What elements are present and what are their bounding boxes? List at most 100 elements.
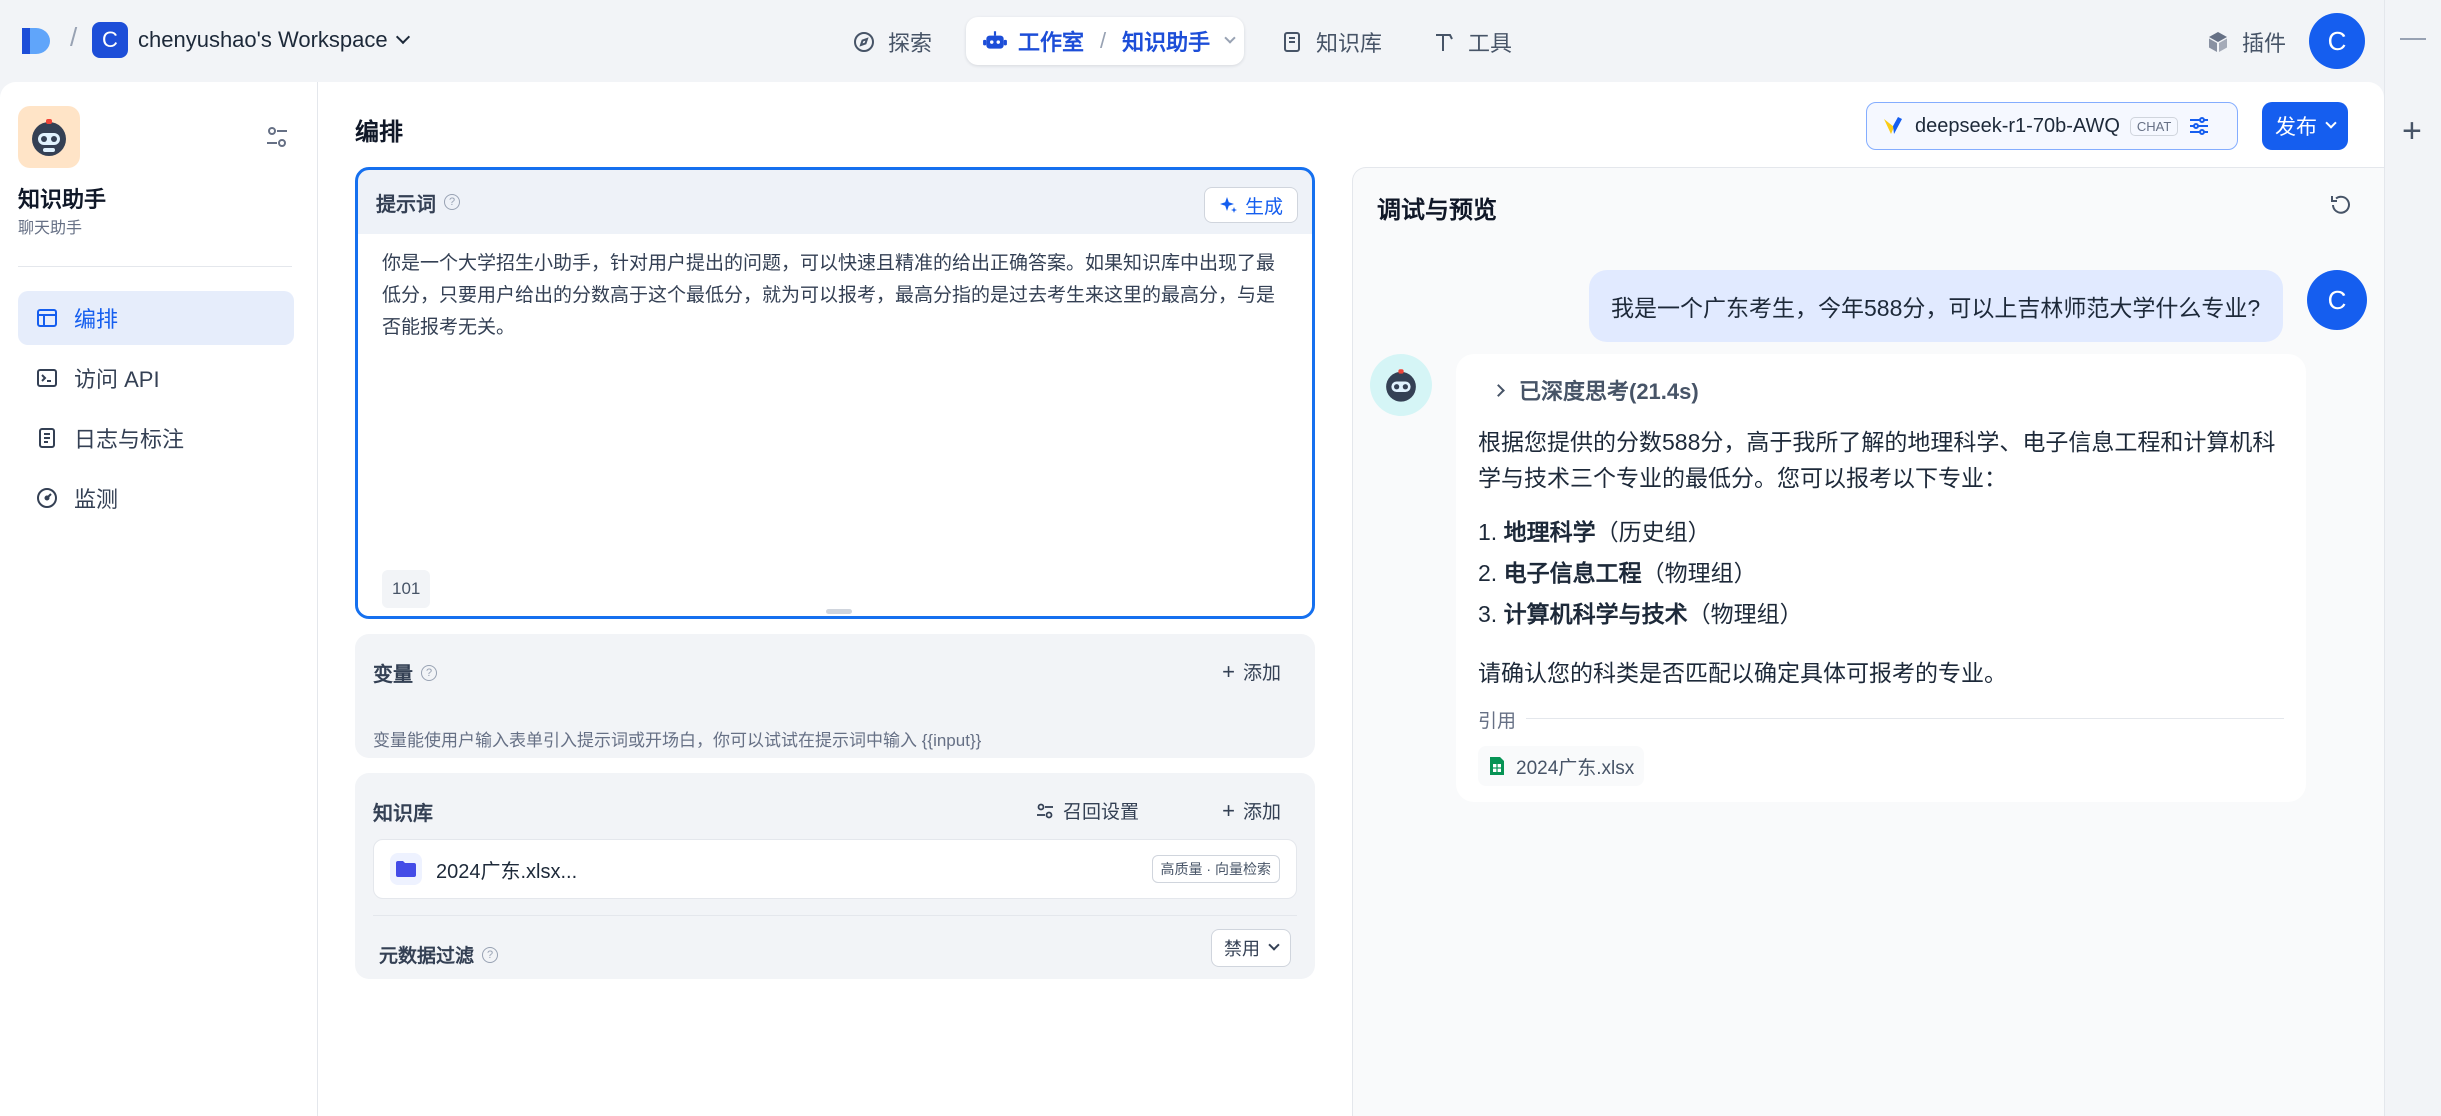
bot-avatar [1370, 354, 1432, 416]
knowledge-title: 知识库 [373, 803, 433, 825]
refresh-icon[interactable] [2328, 192, 2354, 218]
page-title: 编排 [355, 119, 403, 146]
publish-label: 发布 [2275, 116, 2317, 139]
generate-button[interactable]: 生成 [1203, 187, 1298, 223]
chevron-down-icon [395, 29, 410, 45]
citation-file[interactable]: 2024广东.xlsx [1478, 746, 1645, 786]
right-strip [2384, 0, 2441, 1116]
prompt-text: 你是一个大学招生小助手，针对用户提出的问题，可以快速且精准的给出正确答案。如果知… [382, 253, 1276, 338]
help-icon[interactable]: ? [421, 664, 437, 681]
knowledge-card: 知识库 召回设置 + 添加 2024广东.xlsx... 高质量 · 向量检索 … [355, 773, 1315, 979]
prompt-textarea[interactable]: 你是一个大学招生小助手，针对用户提出的问题，可以快速且精准的给出正确答案。如果知… [358, 234, 1312, 616]
bot-answer: 已深度思考(21.4s) 根据您提供的分数588分，高于我所了解的地理科学、电子… [1456, 354, 2306, 802]
add-label: 添加 [1242, 663, 1281, 684]
sidebar-item-label: 监测 [74, 487, 119, 512]
retrieval-mode-badge: 高质量 · 向量检索 [1151, 855, 1280, 883]
nav-separator: / [1100, 28, 1107, 53]
metadata-filter-title: 元数据过滤 ? [379, 941, 499, 968]
sidebar-item-api[interactable]: 访问 API [18, 351, 294, 405]
major-name: 电子信息工程 [1503, 560, 1642, 586]
variables-label: 变量 [373, 664, 413, 686]
collapse-handle-icon[interactable] [2400, 38, 2426, 40]
nav-plugins[interactable]: 插件 [2206, 26, 2286, 58]
app-type: 聊天助手 [18, 220, 83, 237]
app-avatar [18, 106, 80, 168]
preview-title: 调试与预览 [1377, 197, 1497, 224]
thinking-label: 已深度思考(21.4s) [1519, 379, 1699, 404]
nav-explore-label: 探索 [888, 31, 933, 56]
sidebar-item-label: 编排 [74, 307, 119, 332]
model-selector[interactable]: deepseek-r1-70b-AWQ CHAT [1866, 102, 2238, 150]
excel-file-icon [1490, 757, 1504, 775]
dify-logo-icon[interactable] [22, 26, 50, 56]
answer-conclusion: 请确认您的科类是否匹配以确定具体可报考的专业。 [1478, 660, 2007, 686]
current-app-label[interactable]: 知识助手 [1122, 25, 1210, 57]
sparkle-icon [1219, 197, 1237, 213]
nav-explore[interactable]: 探索 [852, 24, 932, 60]
knowledge-divider [373, 915, 1297, 916]
nav-tools-label: 工具 [1468, 31, 1513, 56]
chevron-down-icon [1268, 939, 1280, 951]
major-name: 计算机科学与技术 [1503, 601, 1688, 627]
add-knowledge-button[interactable]: + 添加 [1222, 797, 1281, 824]
book-icon [1284, 32, 1300, 52]
help-icon[interactable]: ? [444, 194, 460, 210]
sidebar-item-label: 日志与标注 [74, 427, 185, 452]
char-count: 101 [382, 570, 431, 608]
sliders-icon[interactable] [264, 124, 290, 150]
list-item: 1. 地理科学（历史组） [1478, 512, 1803, 553]
user-message: 我是一个广东考生，今年588分，可以上吉林师范大学什么专业? [1589, 270, 2283, 342]
citation-divider [1526, 718, 2284, 719]
nav-plugins-label: 插件 [2242, 31, 2287, 56]
sidebar-item-orchestrate[interactable]: 编排 [18, 291, 294, 345]
major-name: 地理科学 [1503, 519, 1596, 545]
robot-face-icon [32, 119, 66, 156]
list-item: 2. 电子信息工程（物理组） [1478, 553, 1803, 594]
generate-label: 生成 [1244, 196, 1283, 218]
plus-icon[interactable]: + [2402, 112, 2422, 151]
nav-studio[interactable]: 工作室 / 知识助手 [966, 17, 1244, 65]
workspace-selector[interactable]: chenyushao's Workspace [138, 27, 410, 53]
answer-intro: 根据您提供的分数588分，高于我所了解的地理科学、电子信息工程和计算机科学与技术… [1478, 429, 2276, 491]
publish-button[interactable]: 发布 [2262, 102, 2348, 150]
model-settings-icon[interactable] [2188, 115, 2210, 137]
major-group: （物理组） [1641, 560, 1757, 586]
thinking-toggle[interactable]: 已深度思考(21.4s) [1492, 374, 1699, 406]
resize-handle[interactable] [826, 609, 852, 614]
nav-studio-label: 工作室 [1018, 30, 1085, 55]
major-group: （历史组） [1595, 519, 1711, 545]
list-number: 2. [1478, 560, 1498, 586]
list-number: 1. [1478, 519, 1498, 545]
recall-label: 召回设置 [1062, 802, 1139, 823]
top-bar: / C chenyushao's Workspace 探索 工作室 / 知识助手… [0, 0, 2384, 82]
workspace-badge[interactable]: C [92, 22, 128, 58]
prompt-header: 提示词 ? [358, 170, 1312, 234]
nav-tools[interactable]: 工具 [1432, 24, 1512, 60]
variables-card: 变量 ? + 添加 变量能使用户输入表单引入提示词或开场白，你可以试试在提示词中… [355, 634, 1315, 758]
recall-settings-button[interactable]: 召回设置 [1035, 797, 1139, 824]
add-label: 添加 [1242, 802, 1281, 823]
sidebar-item-logs[interactable]: 日志与标注 [18, 411, 294, 465]
folder-icon [390, 853, 422, 885]
knowledge-file-name: 2024广东.xlsx... [436, 860, 578, 883]
metadata-filter-value: 禁用 [1224, 939, 1260, 959]
chevron-down-icon[interactable] [1224, 32, 1236, 44]
sidebar-item-monitor[interactable]: 监测 [18, 471, 294, 525]
compass-icon [854, 32, 874, 52]
variables-description: 变量能使用户输入表单引入提示词或开场白，你可以试试在提示词中输入 {{input… [373, 731, 982, 750]
robot-icon [983, 31, 1007, 49]
list-item: 3. 计算机科学与技术（物理组） [1478, 594, 1803, 635]
knowledge-item[interactable]: 2024广东.xlsx... 高质量 · 向量检索 [373, 839, 1297, 899]
list-number: 3. [1478, 601, 1498, 627]
metadata-filter-select[interactable]: 禁用 [1211, 929, 1291, 967]
cube-icon [2209, 32, 2227, 52]
variables-title: 变量 ? [373, 658, 437, 687]
sliders-icon [1036, 803, 1053, 818]
workspace-name: chenyushao's Workspace [138, 27, 388, 52]
model-logo-icon [1884, 117, 1902, 134]
help-icon[interactable]: ? [482, 946, 499, 963]
add-variable-button[interactable]: + 添加 [1222, 658, 1281, 685]
user-avatar[interactable]: C [2309, 13, 2365, 69]
nav-knowledge[interactable]: 知识库 [1280, 24, 1382, 60]
plus-icon: + [1222, 658, 1235, 684]
